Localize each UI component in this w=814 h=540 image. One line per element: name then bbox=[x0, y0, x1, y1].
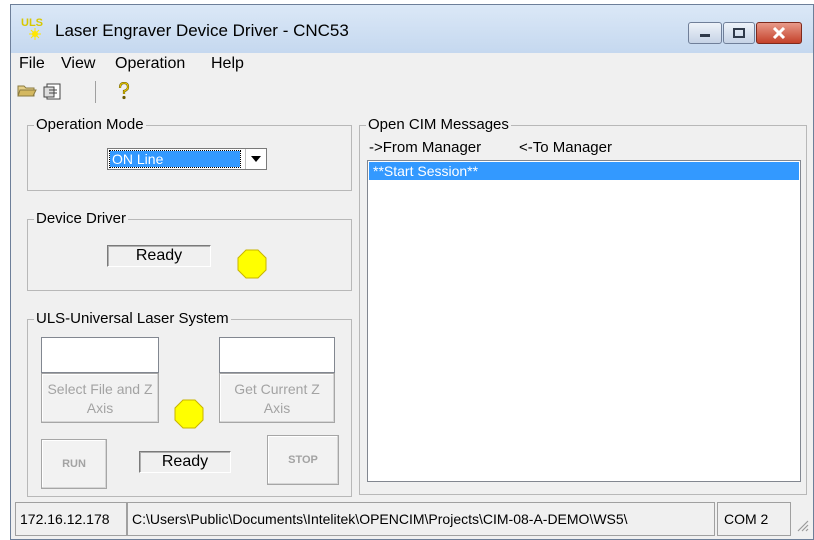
operation-mode-legend: Operation Mode bbox=[36, 116, 144, 133]
window-title: Laser Engraver Device Driver - CNC53 bbox=[55, 21, 349, 40]
uls-legend: ULS-Universal Laser System bbox=[36, 310, 229, 327]
menu-file[interactable]: File bbox=[19, 55, 45, 73]
uls-status: Ready bbox=[139, 451, 231, 473]
menu-help[interactable]: Help bbox=[211, 55, 244, 73]
toolbar-separator bbox=[95, 81, 96, 103]
status-bar: 172.16.12.178 C:\Users\Public\Documents\… bbox=[11, 499, 813, 539]
maximize-button[interactable] bbox=[723, 22, 755, 44]
cim-message-list[interactable]: **Start Session** bbox=[367, 160, 801, 482]
close-icon bbox=[772, 27, 786, 39]
svg-text:ULS: ULS bbox=[21, 17, 43, 29]
status-port: COM 2 bbox=[717, 502, 791, 536]
properties-icon[interactable] bbox=[43, 82, 63, 105]
stop-button[interactable]: STOP bbox=[267, 435, 339, 485]
minimize-button[interactable] bbox=[688, 22, 722, 44]
device-driver-legend: Device Driver bbox=[36, 210, 127, 227]
from-manager-header: ->From Manager bbox=[369, 139, 482, 156]
maximize-icon bbox=[733, 28, 745, 38]
dropdown-arrow-icon[interactable] bbox=[245, 149, 266, 169]
to-manager-header: <-To Manager bbox=[519, 139, 612, 156]
run-button[interactable]: RUN bbox=[41, 439, 107, 489]
help-icon[interactable] bbox=[117, 81, 131, 105]
uls-logo-icon: ULS bbox=[21, 14, 49, 42]
close-button[interactable] bbox=[756, 22, 802, 44]
status-ip: 172.16.12.178 bbox=[15, 502, 127, 536]
open-folder-icon[interactable] bbox=[17, 82, 37, 103]
main-window: ULS Laser Engraver Device Driver - CNC53… bbox=[10, 4, 814, 540]
status-path: C:\Users\Public\Documents\Intelitek\OPEN… bbox=[127, 502, 715, 536]
select-file-button[interactable]: Select File and Z Axis bbox=[41, 373, 159, 423]
get-current-z-button[interactable]: Get Current Z Axis bbox=[219, 373, 335, 423]
operation-mode-select[interactable]: ON Line bbox=[107, 148, 267, 170]
operation-mode-value: ON Line bbox=[109, 150, 241, 168]
menu-bar: File View Operation Help bbox=[11, 53, 813, 75]
toolbar bbox=[11, 77, 813, 107]
uls-led-icon bbox=[174, 399, 204, 434]
menu-operation[interactable]: Operation bbox=[115, 55, 185, 73]
cim-messages-legend: Open CIM Messages bbox=[368, 116, 509, 133]
menu-view[interactable]: View bbox=[61, 55, 95, 73]
minimize-icon bbox=[700, 34, 710, 37]
device-driver-status: Ready bbox=[107, 245, 211, 267]
title-bar[interactable]: ULS Laser Engraver Device Driver - CNC53 bbox=[11, 5, 813, 53]
list-item[interactable]: **Start Session** bbox=[369, 162, 799, 180]
current-z-textbox[interactable] bbox=[219, 337, 335, 373]
resize-grip-icon[interactable] bbox=[795, 518, 809, 537]
device-driver-led-icon bbox=[237, 249, 267, 284]
select-file-textbox[interactable] bbox=[41, 337, 159, 373]
